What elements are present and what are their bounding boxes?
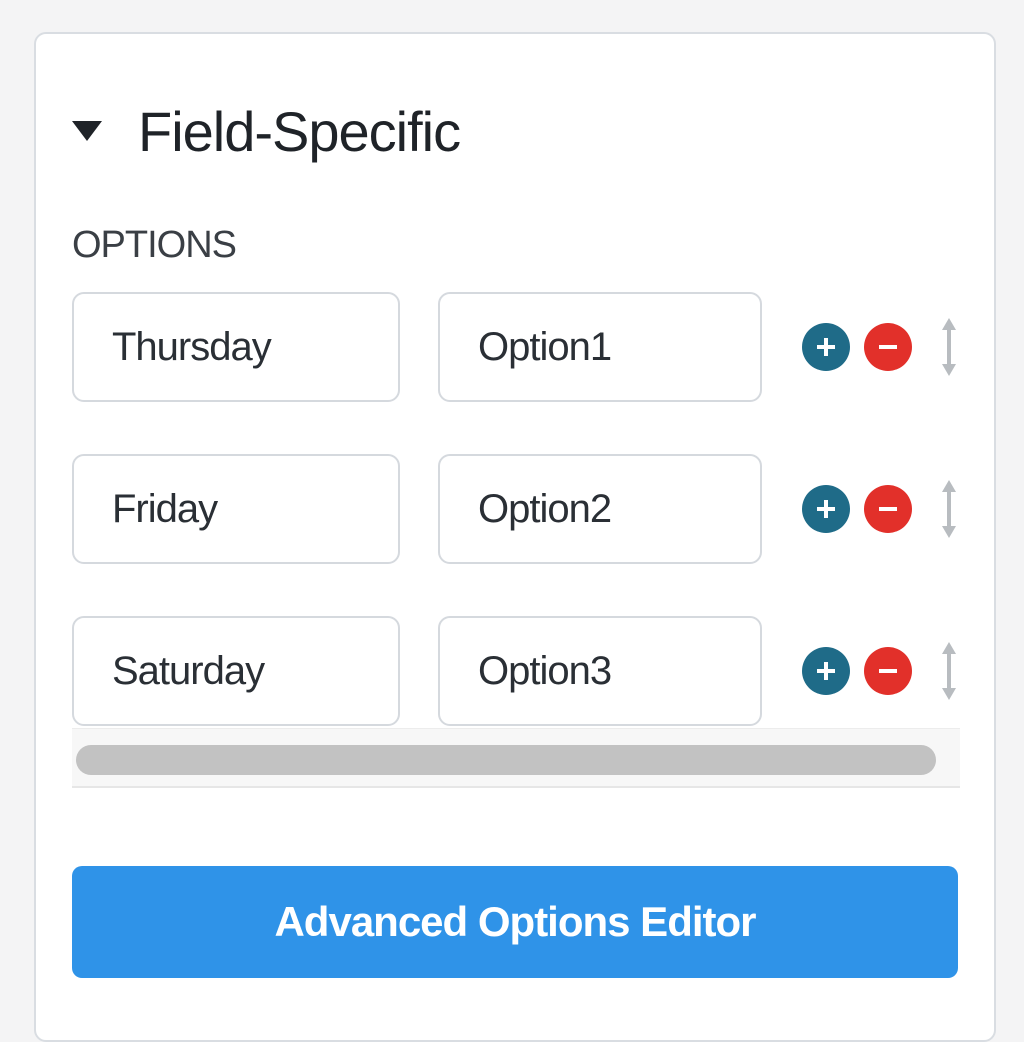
options-label: OPTIONS [72,224,237,266]
option-value-input[interactable] [438,616,762,726]
field-specific-section-toggle[interactable]: Field-Specific [72,96,461,166]
add-option-button[interactable] [802,647,850,695]
remove-option-button[interactable] [864,323,912,371]
plus-icon [817,500,835,518]
caret-down-icon [72,121,102,141]
minus-icon [879,345,897,349]
remove-option-button[interactable] [864,485,912,533]
option-label-input[interactable] [72,292,400,402]
drag-handle-icon[interactable] [938,316,960,378]
minus-icon [879,507,897,511]
option-value-input[interactable] [438,454,762,564]
option-row [72,616,960,728]
option-row [72,292,960,404]
horizontal-scrollbar[interactable] [72,728,960,788]
option-row [72,454,960,566]
minus-icon [879,669,897,673]
add-option-button[interactable] [802,485,850,533]
drag-handle-icon[interactable] [938,478,960,540]
drag-handle-icon[interactable] [938,640,960,702]
section-title: Field-Specific [138,99,461,163]
plus-icon [817,338,835,356]
remove-option-button[interactable] [864,647,912,695]
option-label-input[interactable] [72,616,400,726]
add-option-button[interactable] [802,323,850,371]
option-label-input[interactable] [72,454,400,564]
option-value-input[interactable] [438,292,762,402]
options-list [72,292,960,792]
advanced-options-editor-button[interactable]: Advanced Options Editor [72,866,958,978]
plus-icon [817,662,835,680]
scrollbar-thumb[interactable] [76,745,936,775]
